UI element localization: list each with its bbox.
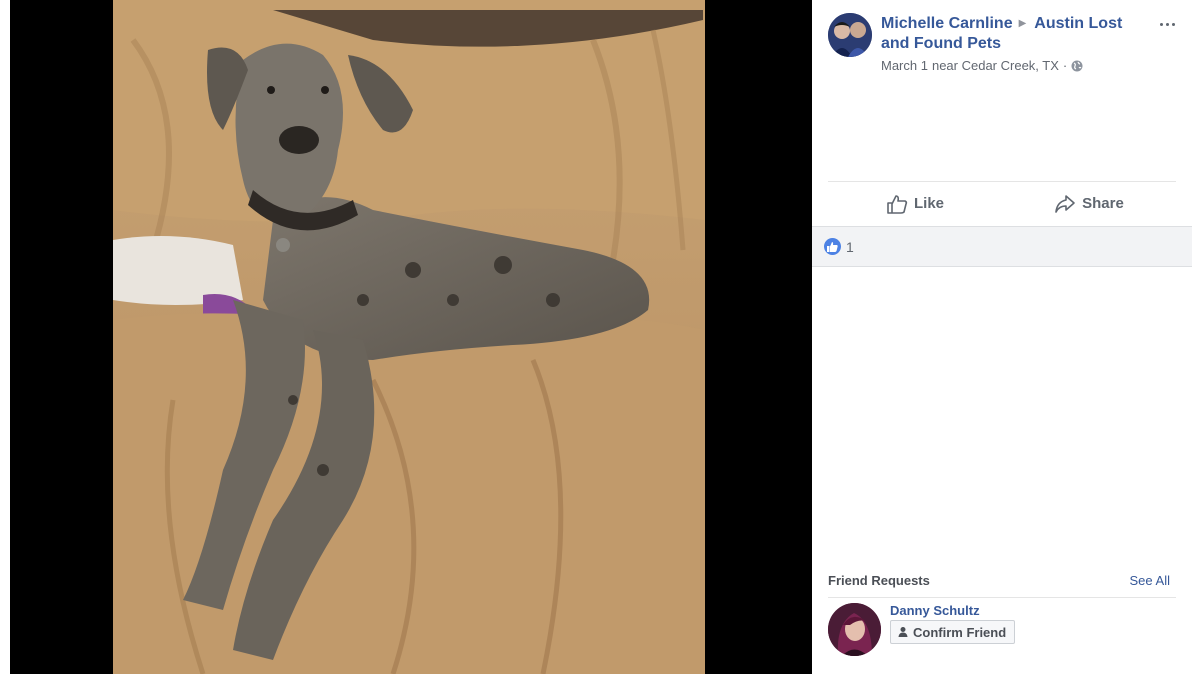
- globe-icon[interactable]: [1071, 60, 1083, 72]
- like-button[interactable]: Like: [828, 183, 1002, 224]
- meta-separator: ·: [1062, 58, 1068, 73]
- thumbs-up-icon: [887, 194, 908, 214]
- confirm-friend-label: Confirm Friend: [913, 624, 1007, 640]
- reactions-bar[interactable]: 1: [812, 226, 1192, 267]
- dot-icon: [1159, 22, 1163, 26]
- reaction-count[interactable]: 1: [846, 239, 854, 255]
- friend-requests-header: Friend Requests See All: [828, 573, 1170, 588]
- post-location[interactable]: near Cedar Creek, TX: [932, 58, 1059, 74]
- post-date[interactable]: March 1: [881, 58, 928, 74]
- share-button[interactable]: Share: [1002, 183, 1176, 224]
- author-link[interactable]: Michelle Carnline: [881, 15, 1013, 32]
- post-title: Michelle Carnline ▶ Austin Lost and Found …: [881, 14, 1153, 54]
- thumbs-up-small-icon: [827, 241, 838, 252]
- action-divider: [828, 181, 1176, 182]
- add-friend-icon: [898, 627, 908, 637]
- author-avatar[interactable]: [828, 13, 872, 57]
- avatar-image: [828, 13, 872, 57]
- dot-icon: [1165, 22, 1169, 26]
- window-edge: [0, 0, 10, 674]
- more-options-button[interactable]: [1155, 12, 1179, 36]
- friend-avatar-image: [828, 603, 881, 656]
- post-info-panel: Michelle Carnline ▶ Austin Lost and Found …: [812, 0, 1200, 674]
- post-actions: Like Share: [828, 183, 1176, 224]
- dog-photo-image: [113, 0, 705, 674]
- post-photo[interactable]: [113, 0, 705, 674]
- friend-requests-title: Friend Requests: [828, 573, 930, 588]
- dot-icon: [1171, 22, 1175, 26]
- like-label: Like: [913, 195, 944, 212]
- friend-request-name[interactable]: Danny Schultz: [890, 603, 980, 618]
- share-icon: [1055, 194, 1075, 213]
- like-reaction-icon: [824, 238, 841, 255]
- confirm-friend-button[interactable]: Confirm Friend: [890, 620, 1016, 644]
- see-all-link[interactable]: See All: [1130, 573, 1170, 588]
- globe-icon-svg: [1071, 60, 1083, 72]
- friend-request-avatar[interactable]: [828, 603, 881, 656]
- friend-requests-divider: [828, 597, 1176, 598]
- share-label: Share: [1082, 195, 1124, 212]
- post-meta: March 1 near Cedar Creek, TX ·: [881, 58, 1083, 74]
- arrow-right-icon: ▶: [1018, 18, 1027, 29]
- photo-viewer[interactable]: [10, 0, 812, 674]
- window-edge-right: [1192, 0, 1200, 674]
